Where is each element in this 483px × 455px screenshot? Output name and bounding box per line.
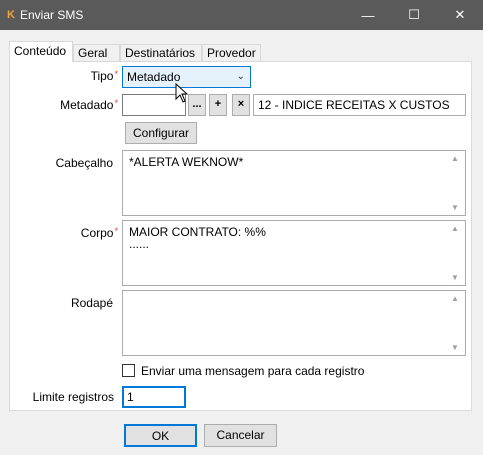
scroll-down-icon[interactable]: ▼ — [451, 203, 459, 212]
limite-registros-label: Limite registros — [32, 390, 114, 404]
corpo-label-text: Corpo — [80, 226, 114, 240]
enviar-por-registro-checkbox[interactable] — [122, 364, 135, 377]
cabecalho-label: Cabeçalho — [55, 156, 113, 170]
configurar-button[interactable]: Configurar — [125, 122, 197, 144]
window-title: Enviar SMS — [20, 8, 84, 22]
metadado-lookup-button[interactable]: ... — [188, 94, 206, 116]
scrollbar[interactable]: ▲ ▼ — [448, 151, 465, 215]
scroll-up-icon[interactable]: ▲ — [451, 224, 459, 233]
minimize-button[interactable]: — — [345, 0, 391, 30]
ok-button[interactable]: OK — [124, 424, 197, 447]
tab-label: Destinatários — [125, 46, 196, 60]
ellipsis-icon: ... — [192, 98, 202, 110]
rodape-label: Rodapé — [70, 296, 113, 310]
cancel-button[interactable]: Cancelar — [204, 424, 277, 447]
metadado-description: 12 - INDICE RECEITAS X CUSTOS — [253, 94, 466, 116]
corpo-label: Corpo* — [30, 226, 118, 240]
tipo-selected-value: Metadado — [127, 70, 181, 84]
cabecalho-text: *ALERTA WEKNOW* — [129, 155, 244, 169]
close-icon: ✕ — [454, 7, 466, 22]
cabecalho-textarea[interactable]: *ALERTA WEKNOW* ▲ ▼ — [122, 150, 466, 216]
minimize-icon: — — [361, 7, 375, 23]
required-marker: * — [114, 226, 118, 236]
checkbox-label: Enviar uma mensagem para cada registro — [141, 364, 365, 378]
scrollbar[interactable]: ▲ ▼ — [448, 291, 465, 355]
rodape-textarea[interactable]: ▲ ▼ — [122, 290, 466, 356]
tab-label: Conteúdo — [14, 44, 67, 58]
app-icon: K — [7, 9, 15, 21]
close-button[interactable]: ✕ — [437, 0, 483, 30]
close-icon: × — [237, 98, 245, 110]
required-marker: * — [114, 69, 118, 79]
chevron-down-icon: ⌄ — [236, 71, 245, 82]
title-bar: K Enviar SMS — ☐ ✕ — [0, 0, 483, 30]
metadado-label: Metadado* — [30, 98, 118, 112]
tipo-label: Tipo* — [40, 69, 118, 83]
corpo-textarea[interactable]: MAIOR CONTRATO: %% ...... ▲ ▼ — [122, 220, 466, 286]
tab-label: Provedor — [207, 46, 256, 60]
scroll-down-icon[interactable]: ▼ — [451, 273, 459, 282]
maximize-button[interactable]: ☐ — [391, 0, 437, 30]
scroll-down-icon[interactable]: ▼ — [451, 343, 459, 352]
metadado-label-text: Metadado — [60, 98, 114, 112]
limite-registros-input[interactable]: 1 — [122, 386, 186, 408]
tab-label: Geral — [78, 46, 108, 60]
scroll-up-icon[interactable]: ▲ — [451, 294, 459, 303]
tab-geral[interactable]: Geral — [73, 44, 120, 61]
required-marker: * — [114, 98, 118, 108]
tipo-label-text: Tipo — [90, 69, 114, 83]
metadado-add-button[interactable]: + — [209, 94, 227, 116]
metadado-clear-button[interactable]: × — [232, 94, 250, 116]
mouse-pointer-icon — [175, 83, 189, 103]
corpo-line-1: MAIOR CONTRATO: %% — [129, 225, 266, 239]
tab-provedor[interactable]: Provedor — [202, 44, 261, 61]
tab-conteudo[interactable]: Conteúdo — [9, 41, 73, 62]
scroll-up-icon[interactable]: ▲ — [451, 154, 459, 163]
tab-destinatarios[interactable]: Destinatários — [120, 44, 202, 61]
maximize-icon: ☐ — [408, 7, 420, 22]
plus-icon: + — [214, 98, 222, 110]
corpo-line-2: ...... — [129, 237, 150, 251]
scrollbar[interactable]: ▲ ▼ — [448, 221, 465, 285]
